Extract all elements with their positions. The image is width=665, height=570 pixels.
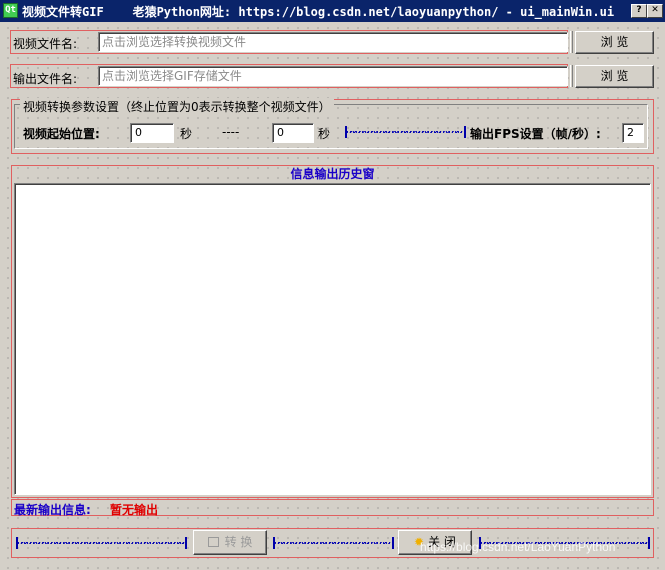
history-textarea[interactable]: [14, 183, 651, 495]
splitter-handle[interactable]: [570, 31, 573, 53]
range-separator: ----: [222, 125, 240, 139]
convert-button[interactable]: 转 换: [193, 530, 267, 555]
history-title: 信息输出历史窗: [290, 167, 375, 181]
title-bar[interactable]: Qt 视频文件转GIF 老猿Python网址: https://blog.csd…: [0, 0, 665, 22]
horizontal-spacer: [16, 537, 187, 549]
help-button[interactable]: ?: [631, 4, 647, 18]
start-position-label: 视频起始位置:: [23, 127, 100, 141]
latest-info-value: 暂无输出: [110, 503, 159, 517]
video-browse-button[interactable]: 浏 览: [575, 31, 654, 54]
video-file-label: 视频文件名:: [13, 37, 78, 51]
params-group-title: 视频转换参数设置（终止位置为0表示转换整个视频文件）: [20, 98, 334, 115]
window-title: 视频文件转GIF 老猿Python网址: https://blog.csdn.n…: [22, 5, 615, 19]
close-window-button[interactable]: ✕: [647, 4, 663, 18]
output-file-label: 输出文件名:: [13, 72, 78, 86]
fps-label: 输出FPS设置（帧/秒）:: [470, 127, 601, 141]
latest-info-frame: [11, 499, 654, 516]
convert-button-label: 转 换: [224, 535, 253, 549]
output-file-field[interactable]: [98, 66, 568, 86]
splitter-handle[interactable]: [570, 65, 573, 87]
output-browse-button[interactable]: 浏 览: [575, 65, 654, 88]
end-unit-label: 秒: [318, 127, 331, 141]
latest-info-label: 最新输出信息:: [14, 503, 91, 517]
video-file-input[interactable]: [99, 33, 567, 51]
horizontal-spacer: [273, 537, 394, 549]
end-position-spinbox[interactable]: 0: [272, 123, 314, 143]
output-file-input[interactable]: [99, 67, 567, 85]
watermark-text: https://blog.csdn.net/LaoYuanPython: [420, 540, 616, 554]
start-unit-label: 秒: [180, 127, 193, 141]
start-position-spinbox[interactable]: 0: [130, 123, 174, 143]
close-icon: ✕: [651, 5, 659, 15]
convert-icon: [207, 537, 219, 547]
fps-spinbox[interactable]: 2: [622, 123, 644, 143]
video-file-field[interactable]: [98, 32, 568, 52]
qt-app-icon: Qt: [3, 3, 18, 18]
horizontal-spacer: [345, 126, 466, 138]
